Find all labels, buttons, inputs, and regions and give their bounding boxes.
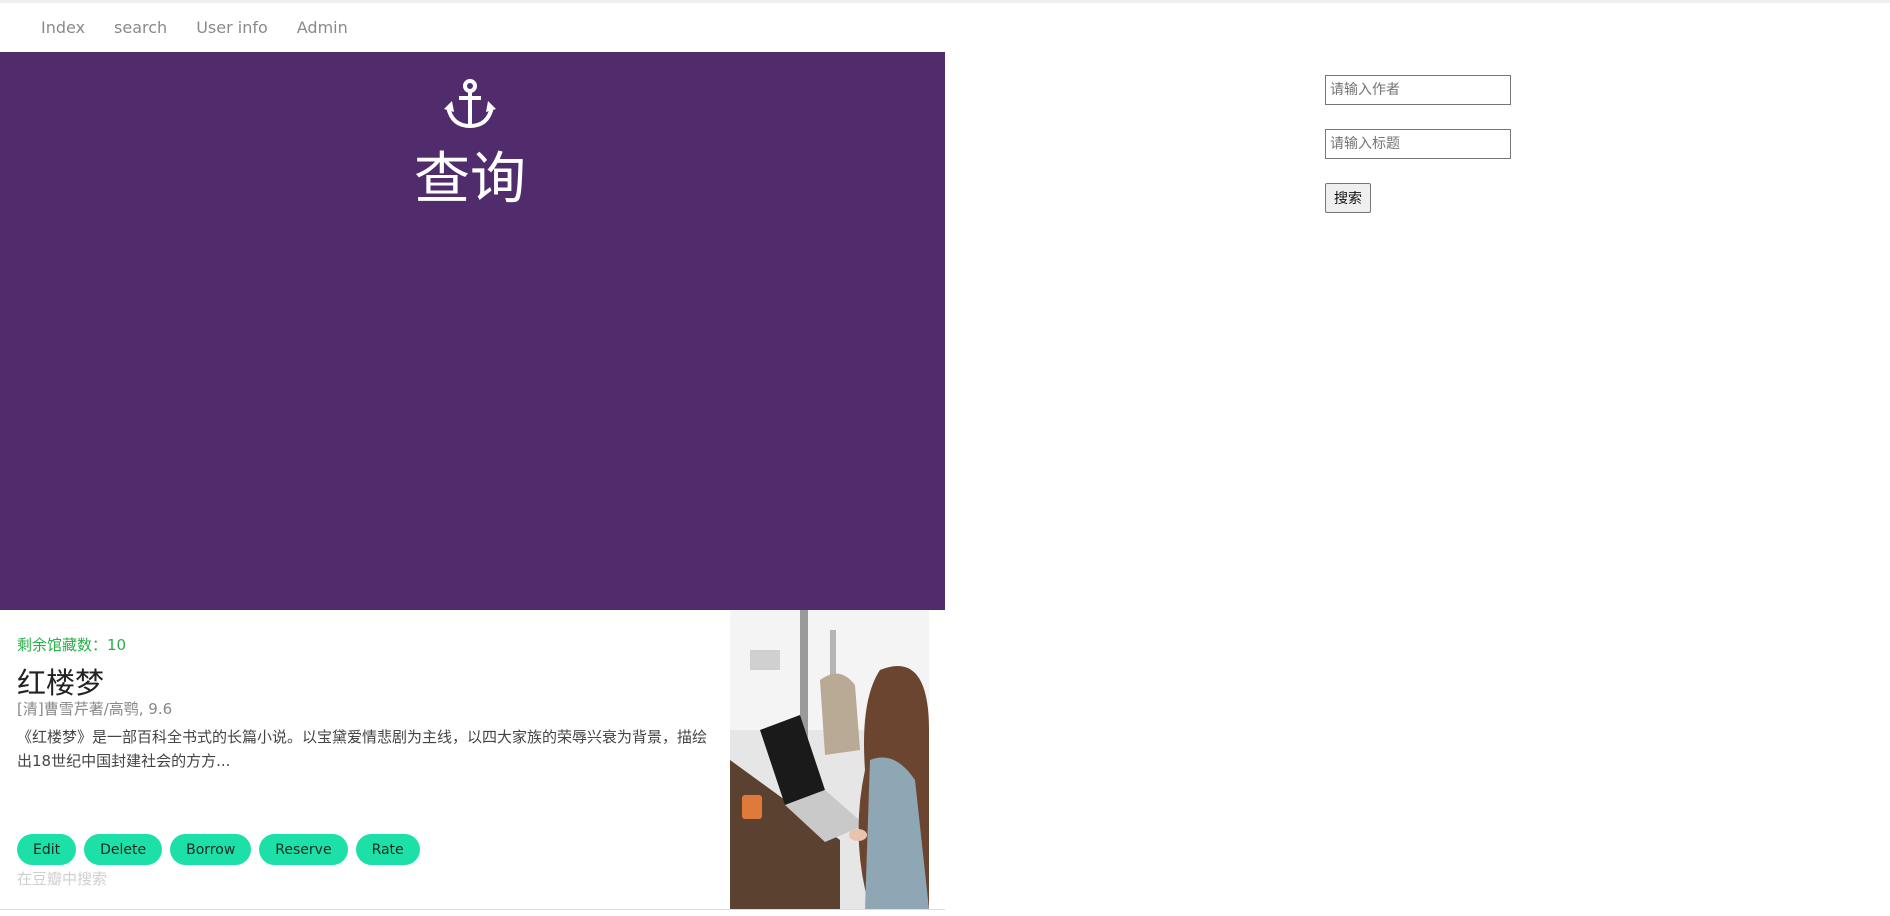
title-input[interactable]	[1325, 129, 1511, 159]
book-card: 剩余馆藏数：10 红楼梦 [清]曹雪芹著/高鹗, 9.6 《红楼梦》是一部百科全…	[0, 610, 945, 910]
nav-link-index[interactable]: Index	[41, 18, 85, 37]
search-form: 搜索	[1325, 75, 1511, 213]
search-button[interactable]: 搜索	[1325, 183, 1371, 213]
nav-link-user-info[interactable]: User info	[196, 18, 268, 37]
edit-button[interactable]: Edit	[17, 834, 77, 865]
book-cover-image	[730, 610, 929, 909]
author-input[interactable]	[1325, 75, 1511, 105]
stock-count: 剩余馆藏数：10	[17, 636, 127, 654]
reserve-button[interactable]: Reserve	[259, 834, 348, 865]
borrow-button[interactable]: Borrow	[170, 834, 252, 865]
nav-link-admin[interactable]: Admin	[297, 18, 348, 37]
nav-link-search[interactable]: search	[114, 18, 167, 37]
book-title: 红楼梦	[17, 666, 105, 700]
navbar: Index search User info Admin	[0, 3, 945, 51]
book-description: 《红楼梦》是一部百科全书式的长篇小说。以宝黛爱情悲剧为主线，以四大家族的荣辱兴衰…	[17, 728, 708, 770]
hero-banner: 查询	[0, 52, 945, 610]
delete-button[interactable]: Delete	[84, 834, 163, 865]
page-title: 查询	[414, 147, 526, 212]
rate-button[interactable]: Rate	[355, 834, 420, 865]
anchor-icon	[444, 79, 496, 129]
book-meta: [清]曹雪芹著/高鹗, 9.6	[17, 700, 173, 718]
douban-search-link[interactable]: 在豆瓣中搜索	[17, 868, 107, 889]
book-actions: Edit Delete Borrow Reserve Rate	[17, 834, 420, 865]
